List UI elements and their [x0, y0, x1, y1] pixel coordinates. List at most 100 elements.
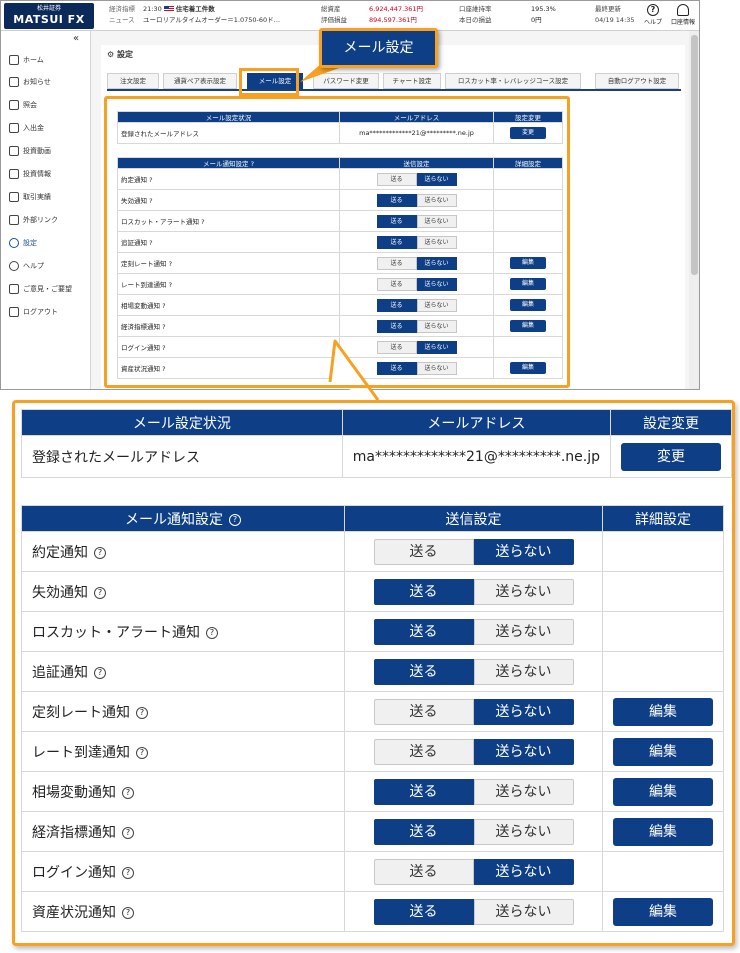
- nosend-button[interactable]: 送らない: [473, 858, 574, 885]
- notify-label: レート到達通知: [32, 744, 130, 761]
- help-icon[interactable]: ?: [122, 826, 134, 839]
- nosend-button[interactable]: 送らない: [473, 538, 574, 565]
- tab-password[interactable]: パスワード変更: [313, 73, 379, 89]
- scrollbar[interactable]: [689, 31, 699, 389]
- logo[interactable]: 松井証券 MATSUI FX: [4, 3, 94, 29]
- help-button[interactable]: ? ヘルプ: [639, 4, 667, 26]
- help-icon[interactable]: ?: [94, 546, 106, 559]
- help-icon[interactable]: ?: [122, 866, 134, 879]
- collapse-sidebar-button[interactable]: «: [73, 33, 79, 44]
- nosend-button[interactable]: 送らない: [473, 698, 574, 725]
- table-row: 相場変動通知? 送る 送らない 編集: [21, 771, 724, 812]
- tab-pair-display[interactable]: 通貨ペア表示設定: [163, 73, 237, 89]
- detail-setting-cell: [602, 571, 724, 612]
- sidebar-item-label: 投資動画: [23, 147, 51, 155]
- edit-button[interactable]: 編集: [613, 897, 713, 926]
- nosend-button[interactable]: 送らない: [473, 658, 574, 685]
- tab-chart-settings[interactable]: チャート設定: [383, 73, 441, 89]
- sidebar-item-help[interactable]: ヘルプ: [9, 259, 44, 273]
- tab-losscut-leverage[interactable]: ロスカット率・レバレッジコース設定: [445, 73, 581, 89]
- send-toggle: 送る 送らない: [373, 658, 574, 685]
- send-button[interactable]: 送る: [373, 698, 474, 725]
- notify-label: 経済指標通知: [32, 824, 116, 841]
- nosend-button[interactable]: 送らない: [473, 618, 574, 645]
- help-icon[interactable]: ?: [122, 786, 134, 799]
- send-setting-cell: 送る 送らない: [344, 811, 603, 852]
- nosend-button[interactable]: 送らない: [473, 738, 574, 765]
- scrollbar-thumb[interactable]: [691, 35, 698, 275]
- send-button[interactable]: 送る: [373, 538, 474, 565]
- send-button[interactable]: 送る: [373, 578, 474, 605]
- ticker[interactable]: 経済指標 21:30 住宅着工件数 ニュース ユーロリアルタイムオーダー＝1.0750…: [109, 4, 280, 26]
- help-icon[interactable]: ?: [122, 906, 134, 919]
- send-toggle: 送る 送らない: [373, 778, 574, 805]
- help-icon[interactable]: ?: [94, 666, 106, 679]
- sidebar-item-links[interactable]: 外部リンク: [9, 213, 58, 227]
- sidebar-item-feedback[interactable]: ご意見・ご要望: [9, 282, 72, 296]
- edit-button[interactable]: 編集: [613, 697, 713, 726]
- send-button[interactable]: 送る: [373, 618, 474, 645]
- account-button[interactable]: 口座情報: [669, 4, 697, 26]
- table-row: 定刻レート通知? 送る 送らない 編集: [21, 691, 724, 732]
- sidebar-item-settings[interactable]: 設定: [9, 236, 37, 250]
- nosend-button[interactable]: 送らない: [473, 898, 574, 925]
- home-icon: [9, 55, 19, 65]
- sidebar-item-label: 入出金: [23, 124, 44, 132]
- valuation-value: 894,597.361円: [369, 16, 417, 24]
- total-assets-value: 6,924,447.361円: [369, 5, 424, 13]
- help-icon[interactable]: ?: [136, 706, 148, 719]
- send-button[interactable]: 送る: [373, 778, 474, 805]
- gear-icon: ⚙: [107, 50, 117, 59]
- nosend-button[interactable]: 送らない: [473, 778, 574, 805]
- updated-value: 04/19 14:35: [595, 16, 635, 24]
- table-row: ロスカット・アラート通知? 送る 送らない: [21, 611, 724, 652]
- ticker-label-indicator: 経済指標: [109, 5, 135, 13]
- mail-icon: [9, 77, 19, 87]
- tab-auto-logout[interactable]: 自動ログアウト設定: [595, 73, 679, 89]
- page-title: ⚙ 設定: [107, 50, 133, 59]
- help-label: ヘルプ: [643, 19, 662, 26]
- ticker-event: 住宅着工件数: [175, 5, 215, 13]
- notify-name-cell: 追証通知?: [21, 651, 345, 692]
- send-button[interactable]: 送る: [373, 898, 474, 925]
- sidebar-item-home[interactable]: ホーム: [9, 53, 44, 67]
- table-row: ログイン通知? 送る 送らない: [21, 851, 724, 892]
- mail-status-table: メール設定状況 メールアドレス 設定変更 登録されたメールアドレス ma****…: [21, 409, 732, 478]
- notify-name-cell: ログイン通知?: [21, 851, 345, 892]
- edit-button[interactable]: 編集: [613, 777, 713, 806]
- send-button[interactable]: 送る: [373, 658, 474, 685]
- edit-button[interactable]: 編集: [613, 817, 713, 846]
- send-button[interactable]: 送る: [373, 738, 474, 765]
- sidebar-item-videos[interactable]: 投資動画: [9, 144, 51, 158]
- notify-label: 約定通知: [32, 544, 88, 561]
- help-icon[interactable]: ?: [229, 513, 241, 526]
- list-icon: [9, 100, 19, 110]
- video-icon: [9, 146, 19, 156]
- last-updated: 最終更新 04/19 14:35: [595, 4, 635, 26]
- change-address-button[interactable]: 変更: [621, 442, 721, 471]
- notify-name-cell: ロスカット・アラート通知?: [21, 611, 345, 652]
- sidebar-item-results[interactable]: 取引実績: [9, 190, 51, 204]
- sidebar-item-deposit[interactable]: 入出金: [9, 121, 44, 135]
- edit-button[interactable]: 編集: [613, 737, 713, 766]
- sidebar-item-label: 外部リンク: [23, 216, 58, 224]
- send-button[interactable]: 送る: [373, 858, 474, 885]
- sidebar-item-news[interactable]: お知らせ: [9, 75, 51, 89]
- logout-icon: [9, 307, 19, 317]
- sidebar-item-inquiry[interactable]: 照会: [9, 98, 37, 112]
- nosend-button[interactable]: 送らない: [473, 578, 574, 605]
- sidebar-item-logout[interactable]: ログアウト: [9, 305, 58, 319]
- nosend-button[interactable]: 送らない: [473, 818, 574, 845]
- registered-address-value: ma*************21@*********.ne.jp: [341, 435, 612, 478]
- notify-label: 失効通知: [32, 584, 88, 601]
- help-icon[interactable]: ?: [94, 586, 106, 599]
- send-button[interactable]: 送る: [373, 818, 474, 845]
- sidebar-item-label: 照会: [23, 101, 37, 109]
- sidebar-item-info[interactable]: 投資情報: [9, 167, 51, 181]
- help-icon[interactable]: ?: [136, 746, 148, 759]
- ticker-time: 21:30: [143, 5, 162, 13]
- ticker-news[interactable]: ユーロリアルタイムオーダー＝1.0750-60ド…: [143, 16, 280, 24]
- tab-order-settings[interactable]: 注文設定: [107, 73, 159, 89]
- question-icon: ?: [647, 4, 659, 16]
- help-icon[interactable]: ?: [206, 626, 218, 639]
